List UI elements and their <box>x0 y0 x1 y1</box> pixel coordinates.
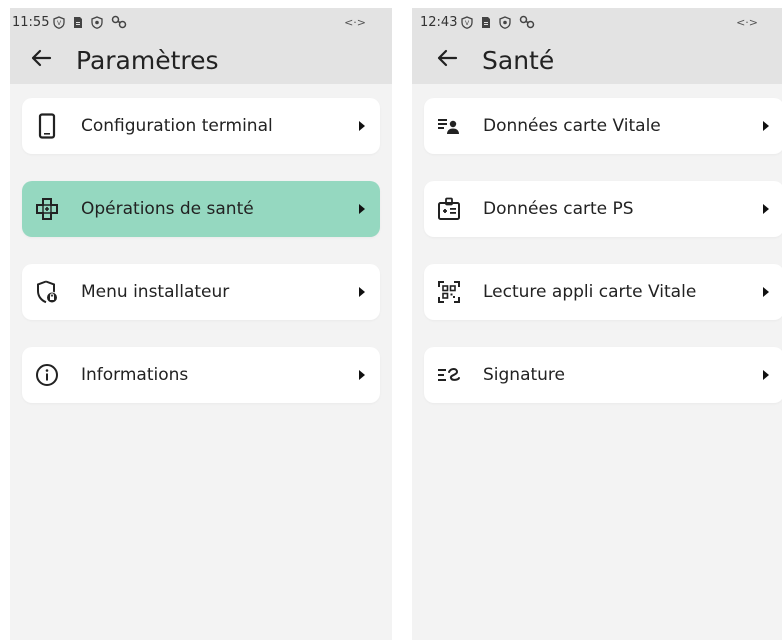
sante-screen: 12:43 V <·> Santé Données carte Vitale D… <box>412 8 782 640</box>
svg-text:V: V <box>57 20 62 27</box>
status-time: 11:55 <box>12 14 50 30</box>
menu-item-label: Données carte Vitale <box>483 116 661 136</box>
signature-icon <box>436 362 462 388</box>
menu-item-label: Lecture appli carte Vitale <box>483 282 697 302</box>
menu-item-signature[interactable]: Signature <box>424 347 782 403</box>
status-bar: 12:43 V <·> <box>412 8 782 36</box>
app-bar: Paramètres <box>10 36 392 84</box>
caret-right-icon <box>760 204 772 214</box>
admin-shield-icon <box>34 279 60 305</box>
top-bar: 12:43 V <·> Santé <box>412 8 782 84</box>
sim-card-icon <box>481 16 491 29</box>
medical-badge-icon <box>436 196 462 222</box>
caret-right-icon <box>760 287 772 297</box>
app-bar: Santé <box>412 36 782 84</box>
arrow-left-icon <box>436 49 458 72</box>
code-brackets-icon: <·> <box>736 15 758 29</box>
link-icon <box>111 15 127 29</box>
sim-card-icon <box>73 16 83 29</box>
menu-item-lecture-appli-carte-vitale[interactable]: Lecture appli carte Vitale <box>424 264 782 320</box>
caret-right-icon <box>356 370 368 380</box>
svg-text:V: V <box>465 20 470 27</box>
settings-screen: 11:55 V <·> Paramètres Configuration ter… <box>10 8 392 640</box>
caret-right-icon <box>760 370 772 380</box>
menu-item-label: Menu installateur <box>81 282 230 302</box>
settings-menu: Configuration terminal Opérations de san… <box>10 84 392 403</box>
menu-item-label: Configuration terminal <box>81 116 273 136</box>
back-button[interactable] <box>432 45 462 75</box>
menu-item-informations[interactable]: Informations <box>22 347 380 403</box>
info-icon <box>34 362 60 388</box>
arrow-left-icon <box>30 49 52 72</box>
menu-item-label: Opérations de santé <box>81 199 254 219</box>
menu-item-label: Données carte PS <box>483 199 634 219</box>
menu-item-operations-sante[interactable]: Opérations de santé <box>22 181 380 237</box>
menu-item-configuration-terminal[interactable]: Configuration terminal <box>22 98 380 154</box>
top-bar: 11:55 V <·> Paramètres <box>10 8 392 84</box>
vpn-shield-icon <box>91 15 104 29</box>
link-icon <box>519 15 535 29</box>
shield-badge-icon: V <box>53 15 66 29</box>
smartphone-icon <box>34 113 60 139</box>
qr-scan-icon <box>436 279 462 305</box>
page-title: Santé <box>482 45 555 75</box>
code-brackets-icon: <·> <box>344 15 366 29</box>
vpn-shield-icon <box>499 15 512 29</box>
caret-right-icon <box>356 204 368 214</box>
caret-right-icon <box>356 121 368 131</box>
menu-item-label: Signature <box>483 365 566 385</box>
back-button[interactable] <box>26 45 56 75</box>
shield-badge-icon: V <box>461 15 474 29</box>
medical-cross-icon <box>34 196 60 222</box>
id-list-icon <box>436 113 462 139</box>
status-bar: 11:55 V <·> <box>10 8 392 36</box>
status-time: 12:43 <box>420 14 458 30</box>
menu-item-donnees-carte-ps[interactable]: Données carte PS <box>424 181 782 237</box>
caret-right-icon <box>356 287 368 297</box>
sante-menu: Données carte Vitale Données carte PS Le… <box>412 84 782 403</box>
menu-item-label: Informations <box>81 365 189 385</box>
menu-item-donnees-carte-vitale[interactable]: Données carte Vitale <box>424 98 782 154</box>
page-title: Paramètres <box>76 45 219 75</box>
caret-right-icon <box>760 121 772 131</box>
menu-item-menu-installateur[interactable]: Menu installateur <box>22 264 380 320</box>
